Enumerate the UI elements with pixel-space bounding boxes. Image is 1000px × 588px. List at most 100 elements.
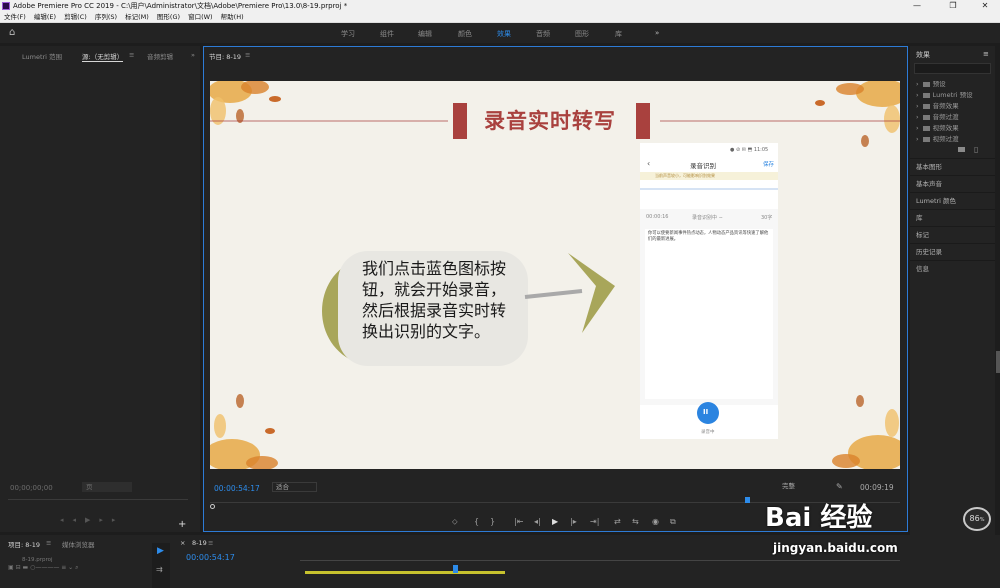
track-select-tool-icon[interactable]: ⇉ <box>156 565 163 574</box>
workspace-learn[interactable]: 学习 <box>341 29 355 39</box>
tab-lumetri-scopes[interactable]: Lumetri 范围 <box>22 51 62 61</box>
menu-sequence[interactable]: 序列(S) <box>95 12 117 23</box>
go-to-out-button[interactable]: ⇥| <box>590 517 599 526</box>
menu-file[interactable]: 文件(F) <box>4 12 26 23</box>
panel-essential-sound[interactable]: 基本声音 <box>910 175 995 191</box>
source-menu-icon[interactable]: ≡ <box>129 51 134 59</box>
source-transport[interactable]: ◂◂▶▸▸ <box>60 516 160 526</box>
tab-timeline[interactable]: 8-19 <box>192 539 207 547</box>
source-more-button[interactable]: » <box>191 51 195 59</box>
menu-graphics[interactable]: 图形(G) <box>157 12 180 23</box>
extract-button[interactable]: ⇆ <box>632 517 639 526</box>
menu-clip[interactable]: 剪辑(C) <box>64 12 87 23</box>
workspace-color[interactable]: 颜色 <box>458 29 472 39</box>
phone-notice: 当前声音较小，可能影响识别效果 <box>655 173 715 178</box>
workspace-editing[interactable]: 编辑 <box>418 29 432 39</box>
menu-help[interactable]: 帮助(H) <box>221 12 244 23</box>
tab-media-browser[interactable]: 媒体浏览器 <box>62 539 95 549</box>
timeline-close-icon[interactable]: × <box>180 539 185 547</box>
playhead-icon[interactable] <box>745 497 750 503</box>
tree-item-audio-transitions[interactable]: › 音频过渡 <box>916 111 959 121</box>
maximize-button[interactable]: ❐ <box>938 0 968 12</box>
tree-item-lumetri-presets[interactable]: › Lumetri 预设 <box>916 89 973 99</box>
effects-panel: 效果 ≡ › 预设 › Lumetri 预设 › 音频效果 › 音频过渡 › 视频效果 ›… <box>910 46 1000 536</box>
effects-search-input[interactable] <box>914 63 991 74</box>
step-forward-button[interactable]: |▸ <box>570 517 577 526</box>
timeline-playhead[interactable] <box>453 565 458 573</box>
source-panel: Lumetri 范围 源:（无剪辑） ≡ 音频剪辑 » 00;00;00;00 … <box>0 46 200 532</box>
leaf-decoration-bottom-right <box>832 395 900 469</box>
tab-audio-clip-mixer[interactable]: 音频剪辑 <box>147 51 173 61</box>
source-page-field[interactable]: 页 <box>82 482 132 492</box>
workspace-effects[interactable]: 效果 <box>497 29 511 39</box>
menu-bar: 文件(F) 编辑(E) 剪辑(C) 序列(S) 标记(M) 图形(G) 窗口(W… <box>0 12 1000 23</box>
phone-status-text: 录音中 <box>701 430 715 435</box>
workspace-graphics[interactable]: 图形 <box>575 29 589 39</box>
close-button[interactable]: ✕ <box>970 0 1000 12</box>
program-menu-icon[interactable]: ≡ <box>245 51 250 59</box>
go-to-in-button[interactable]: |⇤ <box>514 517 523 526</box>
play-button[interactable]: ▶ <box>552 517 558 526</box>
tab-project[interactable]: 项目: 8-19 <box>8 539 40 549</box>
settings-wrench-icon[interactable]: ✎ <box>836 482 843 491</box>
workspace-assembly[interactable]: 组件 <box>380 29 394 39</box>
timeline-work-area-bar[interactable] <box>305 571 505 574</box>
leaf-decoration-top-right <box>815 81 900 147</box>
mark-out-button[interactable]: } <box>490 517 495 526</box>
lift-button[interactable]: ⇄ <box>614 517 621 526</box>
panel-libraries[interactable]: 库 <box>910 209 995 225</box>
panel-essential-graphics[interactable]: 基本图形 <box>910 158 995 174</box>
export-frame-button[interactable]: ◉ <box>652 517 659 526</box>
title-bar: Adobe Premiere Pro CC 2019 - C:\用户\Admin… <box>0 0 1000 12</box>
add-marker-button[interactable]: ⬦ <box>452 517 458 527</box>
panel-info[interactable]: 信息 <box>910 260 995 276</box>
effects-scrollbar[interactable] <box>996 351 1000 373</box>
panel-history[interactable]: 历史记录 <box>910 243 995 259</box>
tab-source[interactable]: 源:（无剪辑） <box>82 51 124 62</box>
workspace-libraries[interactable]: 库 <box>615 29 622 39</box>
workspace-more-button[interactable]: » <box>655 29 659 37</box>
menu-edit[interactable]: 编辑(E) <box>34 12 56 23</box>
tab-program[interactable]: 节目: 8-19 <box>209 51 241 61</box>
phone-word-count: 30字 <box>761 215 773 221</box>
minimize-button[interactable]: — <box>902 0 932 12</box>
tools-panel: ▶ ⇉ <box>152 543 170 588</box>
menu-markers[interactable]: 标记(M) <box>125 12 149 23</box>
new-bin-icon[interactable] <box>958 147 965 152</box>
scrub-in-handle[interactable] <box>210 504 215 509</box>
phone-recording-label: 录音识别中 ∽ <box>692 215 723 221</box>
project-toolbar[interactable]: ▣ ⊟ ▬ ○———— ≡ ⌄ ⌕ <box>8 564 148 571</box>
home-icon[interactable]: ⌂ <box>9 27 15 38</box>
phone-pause-icon: II <box>703 408 709 416</box>
tree-item-audio-effects[interactable]: › 音频效果 <box>916 100 959 110</box>
source-timecode: 00;00;00;00 <box>10 484 53 492</box>
program-timecode[interactable]: 00:00:54:17 <box>214 484 260 493</box>
effects-menu-icon[interactable]: ≡ <box>983 50 989 58</box>
timeline-menu-icon[interactable]: ≡ <box>208 539 213 547</box>
step-back-button[interactable]: ◂| <box>534 517 541 526</box>
source-scrub-bar[interactable] <box>8 499 188 500</box>
source-add-button[interactable]: + <box>178 519 186 530</box>
panel-lumetri-color[interactable]: Lumetri 颜色 <box>910 192 995 208</box>
delete-icon[interactable]: ▯ <box>974 145 978 154</box>
workspace-bar: ⌂ 学习 组件 编辑 颜色 效果 音频 图形 库 » <box>0 23 1000 43</box>
phone-timer: 00:00:16 <box>646 214 669 220</box>
quality-dropdown[interactable]: 完整 <box>782 482 828 492</box>
timeline-timecode[interactable]: 00:00:54:17 <box>186 553 235 562</box>
workspace-audio[interactable]: 音频 <box>536 29 550 39</box>
slide-title: 录音实时转写 <box>484 109 616 133</box>
project-menu-icon[interactable]: ≡ <box>46 539 51 547</box>
selection-tool-icon[interactable]: ▶ <box>157 546 164 556</box>
button-editor-button[interactable]: ⧉ <box>670 517 676 527</box>
mark-in-button[interactable]: { <box>474 517 479 526</box>
tree-item-presets[interactable]: › 预设 <box>916 78 946 88</box>
baidu-watermark: Bai 经验 jingyan.baidu.com <box>765 495 950 565</box>
tree-item-video-transitions[interactable]: › 视频过渡 <box>916 133 959 143</box>
fit-dropdown[interactable]: 适合 <box>272 482 317 492</box>
panel-markers[interactable]: 标记 <box>910 226 995 242</box>
menu-window[interactable]: 窗口(W) <box>188 12 213 23</box>
window-title: Adobe Premiere Pro CC 2019 - C:\用户\Admin… <box>13 2 348 10</box>
effects-panel-title: 效果 <box>916 51 930 59</box>
tree-item-video-effects[interactable]: › 视频效果 <box>916 122 959 132</box>
slide-bubble-text: 我们点击蓝色图标按钮，就会开始录音，然后根据录音实时转换出识别的文字。 <box>362 259 507 341</box>
